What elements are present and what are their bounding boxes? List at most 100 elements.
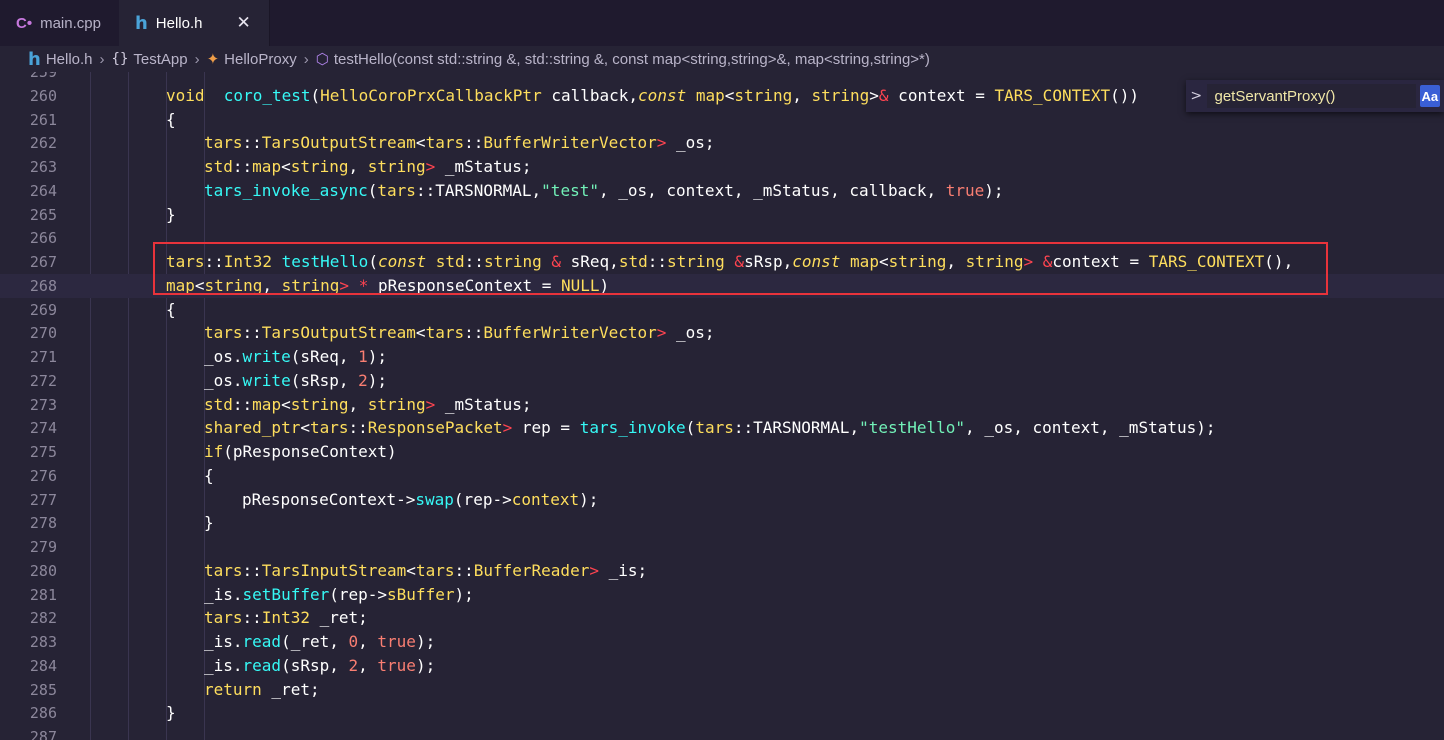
code-line[interactable]: 262 tars::TarsOutputStream<tars::BufferWr…: [0, 131, 1444, 155]
code-line[interactable]: 266: [0, 226, 1444, 250]
code-line[interactable]: 279: [0, 535, 1444, 559]
code-token: _os.: [204, 347, 243, 366]
code-token: <: [724, 85, 735, 105]
code-line[interactable]: 273 std::map<string, string> _mStatus;: [0, 393, 1444, 417]
code-line[interactable]: 263 std::map<string, string> _mStatus;: [0, 155, 1444, 179]
code-line[interactable]: 284 _is.read(sRsp, 2, true);: [0, 654, 1444, 678]
code-text: }: [204, 511, 214, 535]
match-case-button[interactable]: Aa: [1419, 85, 1440, 107]
line-number: 277: [29, 490, 57, 509]
code-token: tars: [415, 560, 455, 580]
code-token: ): [599, 275, 610, 295]
code-token: sBuffer: [387, 584, 455, 604]
code-line[interactable]: 277 pResponseContext->swap(rep->context);: [0, 488, 1444, 512]
code-token: (: [368, 252, 378, 271]
breadcrumb-file[interactable]: Hello.h: [46, 51, 93, 68]
line-number: 270: [29, 324, 57, 343]
line-number: 264: [29, 181, 57, 200]
code-token: sReq,: [561, 252, 619, 271]
code-line[interactable]: 268 map<string, string> * pResponseContex…: [0, 273, 1444, 298]
code-token: {: [166, 299, 176, 319]
code-token: return: [204, 679, 262, 699]
code-token: <: [406, 560, 416, 580]
code-token: std: [204, 157, 233, 176]
code-token: (rep->: [329, 584, 388, 604]
code-token: ::: [464, 252, 484, 271]
code-line[interactable]: 269 {: [0, 298, 1444, 322]
code-token: _os.: [204, 370, 243, 390]
code-token: _is.: [204, 632, 243, 651]
code-token: >: [339, 275, 350, 295]
code-token: pResponseContext->: [242, 489, 416, 509]
header-file-icon: h: [28, 48, 41, 70]
code-token: BufferWriterVector: [483, 133, 657, 153]
code-token: BufferWriterVector: [483, 323, 657, 343]
code-line[interactable]: 272 _os.write(sRsp, 2);: [0, 369, 1444, 393]
code-token: tars: [204, 323, 243, 343]
code-token: TARS_CONTEXT: [1148, 252, 1265, 271]
line-number: 266: [29, 229, 57, 248]
code-line[interactable]: 271 _os.write(sReq, 1);: [0, 345, 1444, 369]
close-icon[interactable]: ✕: [237, 13, 251, 33]
code-token: <: [194, 275, 205, 295]
code-line[interactable]: 285 return _ret;: [0, 678, 1444, 702]
code-line[interactable]: 282 tars::Int32 _ret;: [0, 606, 1444, 630]
code-token: tars: [309, 418, 349, 438]
code-token: HelloCoroPrxCallbackPtr: [320, 85, 542, 105]
code-token: (),: [1264, 252, 1294, 271]
code-line[interactable]: 267 tars::Int32 testHello(const std::stri…: [0, 250, 1444, 274]
code-line[interactable]: 276 {: [0, 464, 1444, 488]
code-line[interactable]: 283 _is.read(_ret, 0, true);: [0, 630, 1444, 654]
line-number: 271: [29, 348, 57, 366]
code-line[interactable]: 274 shared_ptr<tars::ResponsePacket> rep …: [0, 416, 1444, 440]
code-token: tars: [204, 560, 243, 580]
code-token: ::: [232, 394, 253, 414]
code-line[interactable]: 286}: [0, 701, 1444, 725]
namespace-icon: {}: [111, 51, 129, 67]
code-editor[interactable]: 259 260 void coro_test(HelloCoroPrxCallbac…: [0, 72, 1444, 740]
code-text: tars::TarsOutputStream<tars::BufferWrite…: [204, 321, 715, 345]
code-line[interactable]: 278}: [0, 511, 1444, 535]
code-text: tars::Int32 _ret;: [204, 606, 368, 630]
code-token: <: [878, 252, 889, 271]
code-token: ,: [946, 252, 966, 271]
line-number: 261: [29, 110, 57, 129]
tab-main-cpp[interactable]: C• main.cpp: [0, 0, 119, 46]
code-token: <: [300, 418, 310, 438]
code-token: ::: [242, 323, 262, 343]
breadcrumb-method[interactable]: testHello(const std::string &, std::stri…: [334, 51, 930, 68]
code-line[interactable]: 280 tars::TarsInputStream<tars::BufferRea…: [0, 559, 1444, 583]
header-file-icon: h: [134, 12, 148, 34]
code-token: ResponsePacket: [367, 418, 503, 438]
code-token: true: [377, 655, 416, 675]
line-number: 283: [29, 633, 57, 651]
code-token: testHello: [281, 252, 369, 271]
line-number: 286: [29, 704, 57, 723]
code-line[interactable]: 270 tars::TarsOutputStream<tars::BufferWr…: [0, 321, 1444, 345]
code-token: string: [888, 252, 947, 271]
breadcrumb-namespace[interactable]: TestApp: [133, 51, 187, 68]
code-token: ::: [464, 133, 484, 153]
chevron-right-icon[interactable]: >: [1186, 88, 1207, 104]
code-line[interactable]: 264 tars_invoke_async(tars::TARSNORMAL,"t…: [0, 179, 1444, 203]
code-token: 1: [358, 347, 368, 366]
code-token: ::TARSNORMAL,: [733, 418, 860, 438]
code-text: _is.setBuffer(rep->sBuffer);: [204, 583, 474, 607]
code-token: Int32: [223, 252, 272, 271]
breadcrumb-class[interactable]: HelloProxy: [224, 51, 297, 68]
find-input[interactable]: [1206, 84, 1416, 108]
code-line[interactable]: 275 if(pResponseContext): [0, 440, 1444, 464]
line-number: 287: [29, 728, 57, 740]
editor-window: C• main.cpp h Hello.h ✕ h Hello.h › {} T…: [0, 0, 1444, 740]
code-token: string: [734, 85, 793, 105]
code-token: ,: [348, 157, 368, 176]
tab-hello-h[interactable]: h Hello.h ✕: [118, 0, 270, 46]
code-token: );: [454, 584, 474, 604]
code-line[interactable]: 265}: [0, 203, 1444, 227]
code-line[interactable]: 287: [0, 725, 1444, 740]
code-line[interactable]: 281 _is.setBuffer(rep->sBuffer);: [0, 583, 1444, 607]
code-text: std::map<string, string> _mStatus;: [204, 155, 532, 179]
code-token: >: [425, 157, 436, 176]
